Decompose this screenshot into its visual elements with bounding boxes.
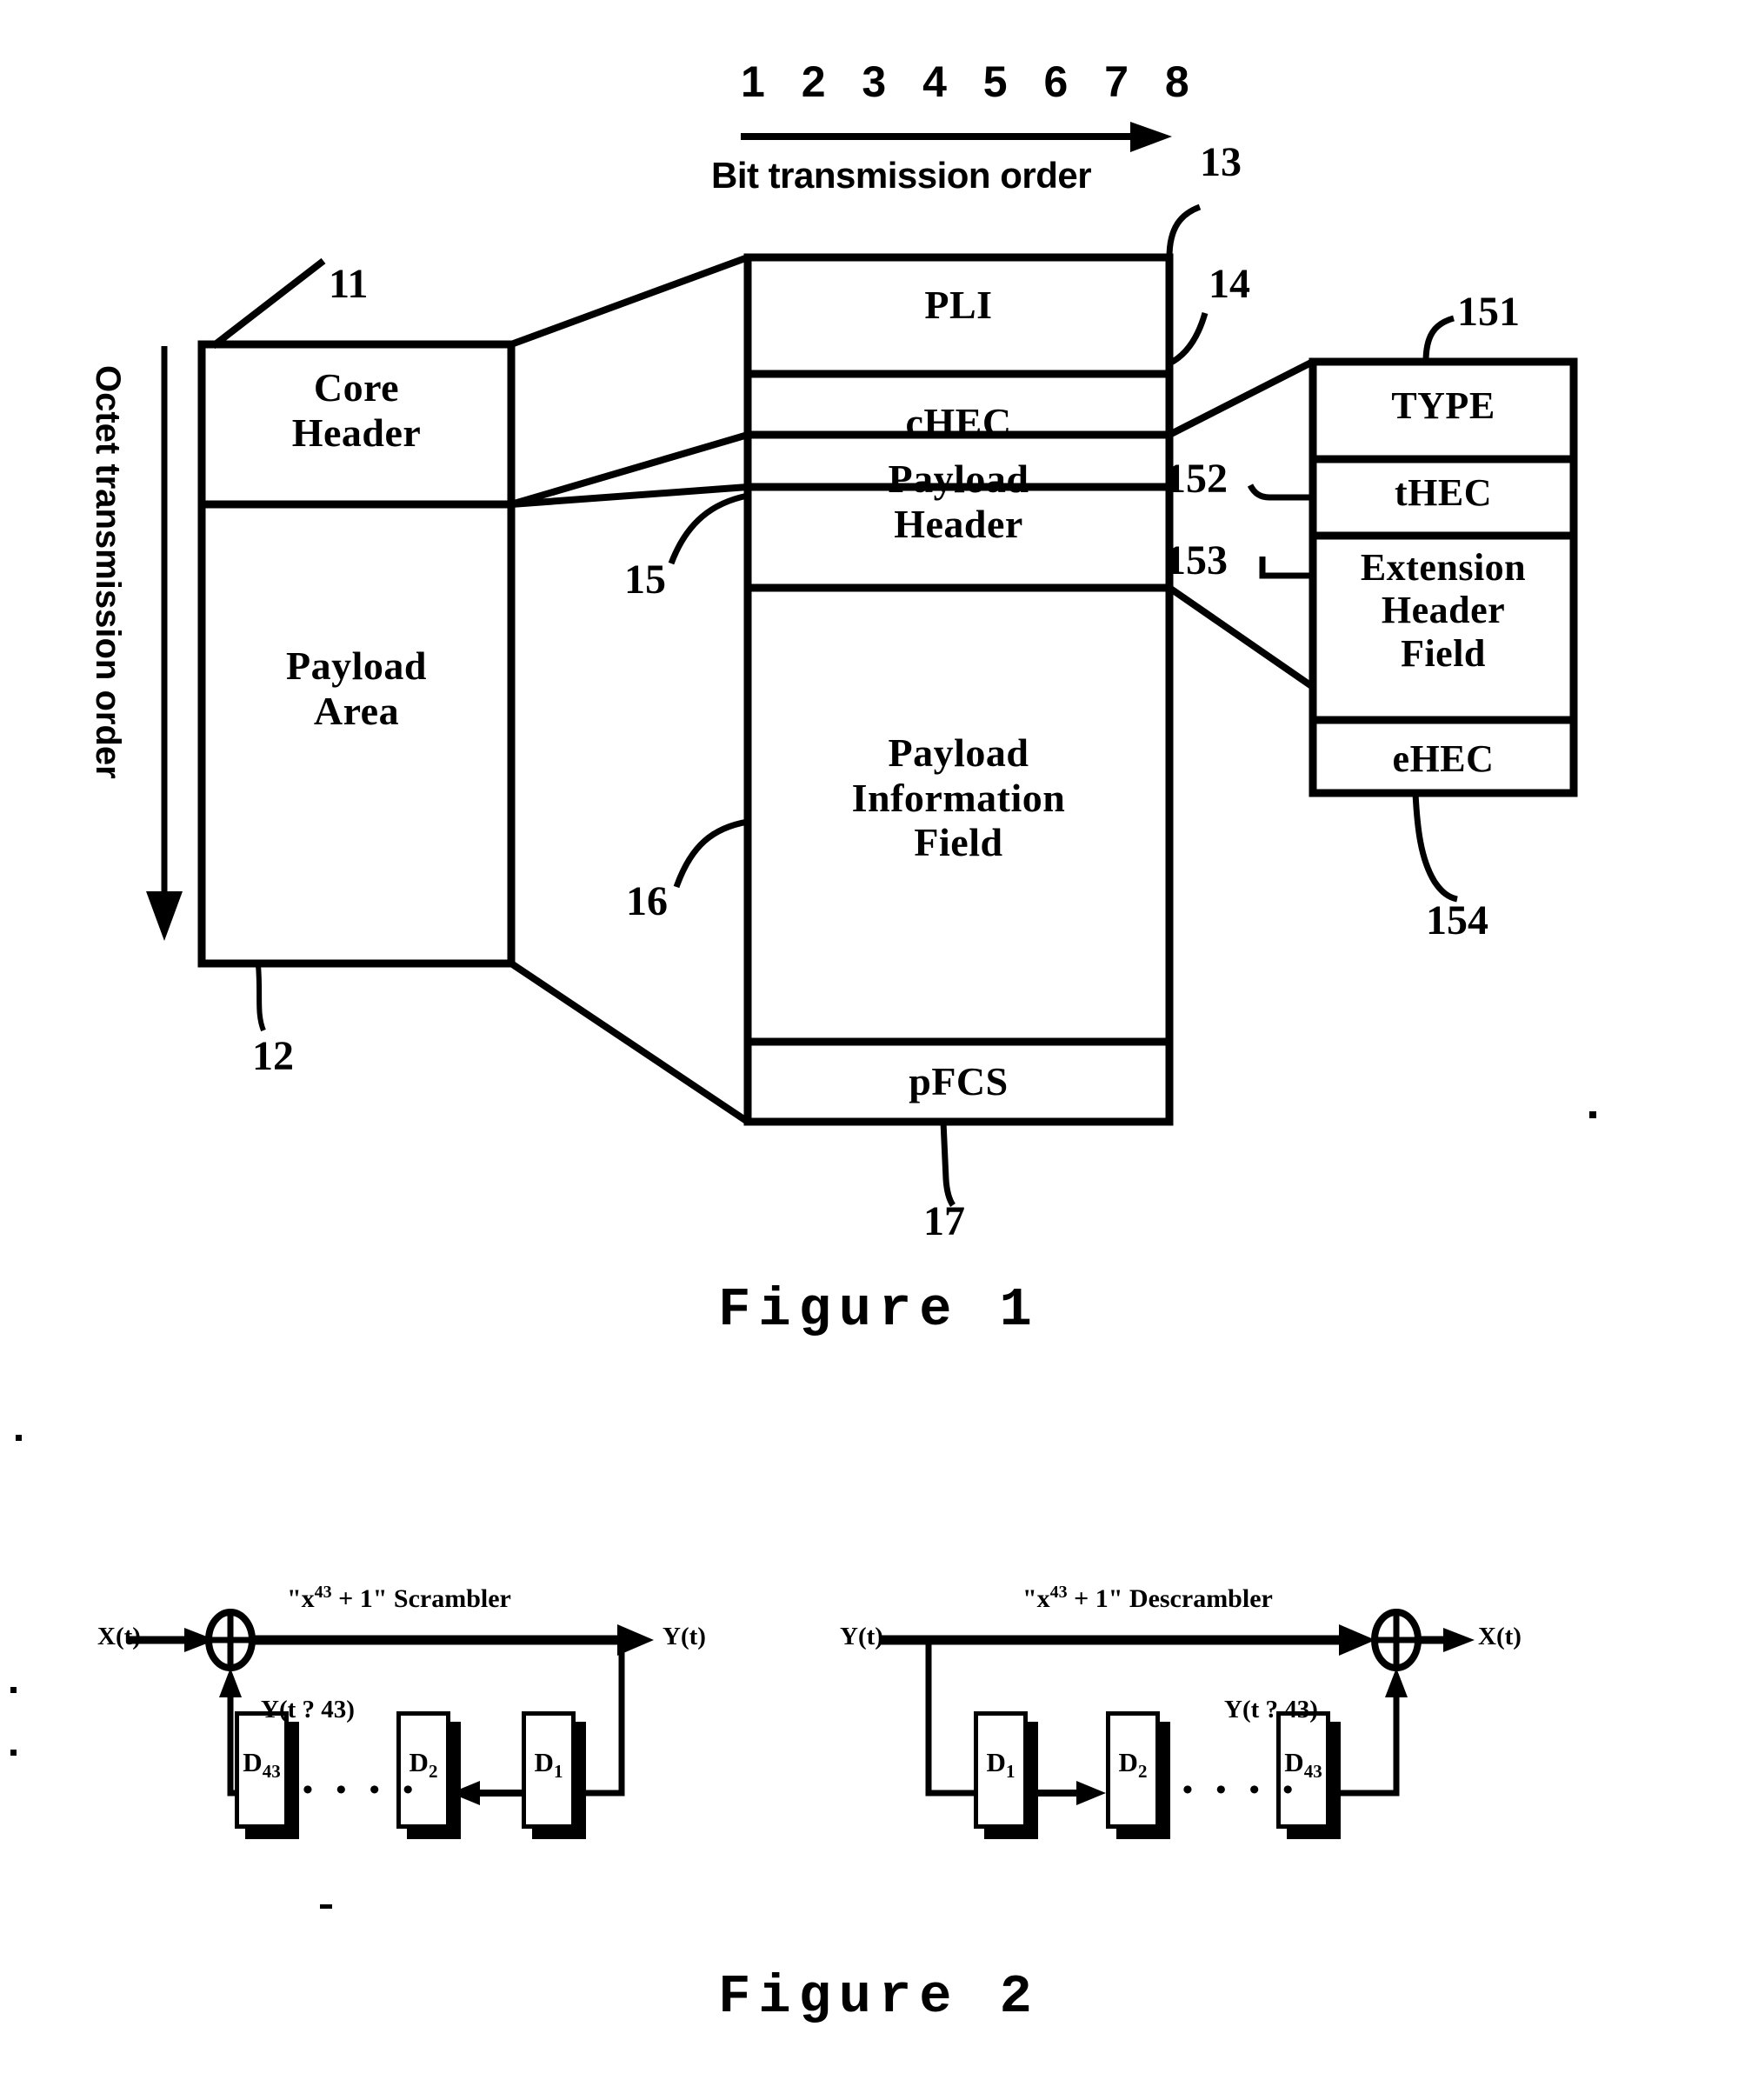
scrambler-output-arrow	[252, 1624, 654, 1656]
leader-12	[256, 964, 266, 1032]
scrambler-d1-to-d2-arrow	[450, 1781, 522, 1805]
descrambler-d1-to-d2-arrow	[1028, 1781, 1106, 1805]
scan-speck	[10, 1687, 17, 1693]
descrambler-input-label: Y(t)	[840, 1623, 883, 1650]
descrambler-title-prefix: "x	[1022, 1584, 1050, 1613]
leader-13	[1166, 203, 1202, 258]
scan-speck	[320, 1904, 332, 1909]
expansion-line-ph-bottom	[1167, 584, 1315, 690]
descrambler-register-d1-label: D1	[986, 1747, 1016, 1783]
leader-154	[1412, 792, 1458, 903]
leader-15	[668, 492, 749, 565]
descrambler-feedback-line	[1330, 1668, 1408, 1797]
block-payload-header: Payload Header	[888, 457, 1029, 546]
ref-14: 14	[1209, 261, 1250, 307]
block-ehec: eHEC	[1392, 737, 1495, 780]
block-thec: tHEC	[1395, 471, 1492, 514]
scan-speck	[16, 1435, 22, 1441]
scrambler-title: "x43 + 1" Scrambler	[287, 1583, 511, 1614]
octet-transmission-order-label: Octet transmission order	[89, 365, 127, 779]
scrambler-register-d43-label: D43	[243, 1747, 281, 1783]
scrambler-ellipsis: • • • •	[303, 1774, 422, 1806]
descrambler-title: "x43 + 1" Descrambler	[1022, 1583, 1273, 1614]
descrambler-output-label: X(t)	[1478, 1623, 1522, 1650]
descrambler-ellipsis: • • • •	[1182, 1774, 1302, 1806]
scrambler-feedback-label: Y(t ? 43)	[261, 1696, 355, 1723]
expansion-line-payload-top	[509, 431, 749, 508]
block-payload-area: Payload Area	[286, 643, 427, 733]
scrambler-input-label: X(t)	[97, 1623, 141, 1650]
scan-speck	[1589, 1111, 1596, 1118]
bit-transmission-order-label: Bit transmission order	[711, 155, 1092, 196]
descrambler-xor-gate	[1371, 1609, 1422, 1671]
descrambler-register-d2-label: D2	[1118, 1747, 1148, 1783]
expansion-line-core-top	[509, 254, 749, 348]
ref-152: 152	[1165, 456, 1228, 502]
block-pfcs: pFCS	[909, 1059, 1009, 1103]
descrambler-input-arrow	[880, 1624, 1375, 1656]
expansion-line-payload-bottom	[509, 960, 750, 1125]
bit-transmission-arrow	[741, 122, 1172, 152]
leader-151	[1422, 315, 1455, 363]
descrambler-feedback-label: Y(t ? 43)	[1224, 1696, 1318, 1723]
block-chec: cHEC	[905, 400, 1012, 444]
ref-17: 17	[923, 1198, 965, 1244]
block-type: TYPE	[1391, 384, 1495, 427]
ref-11: 11	[329, 261, 369, 307]
figure2-caption: Figure 2	[718, 1966, 1040, 2028]
ref-154: 154	[1426, 897, 1488, 943]
descrambler-title-suffix: + 1" Descrambler	[1067, 1584, 1273, 1613]
scrambler-title-suffix: + 1" Scrambler	[331, 1584, 511, 1613]
descrambler-output-arrow	[1418, 1628, 1475, 1652]
figure1-caption: Figure 1	[718, 1279, 1040, 1341]
ref-13: 13	[1200, 139, 1242, 185]
ref-153: 153	[1165, 537, 1228, 583]
expansion-line-ph-top	[1168, 358, 1315, 438]
leader-17	[940, 1121, 956, 1207]
scan-speck	[10, 1750, 17, 1756]
patent-figure-page: 1 2 3 4 5 6 7 8 Bit transmission order O…	[0, 0, 1758, 2100]
octet-transmission-arrow	[146, 346, 183, 941]
block-core-header: Core Header	[291, 365, 422, 455]
ref-151: 151	[1457, 289, 1520, 335]
scrambler-output-label: Y(t)	[663, 1623, 706, 1650]
leader-152	[1247, 483, 1313, 501]
descrambler-title-exponent: 43	[1049, 1583, 1068, 1602]
ref-16: 16	[626, 878, 668, 924]
leader-11	[210, 257, 326, 350]
block-payload-information-field: Payload Information Field	[851, 730, 1066, 865]
expansion-line-core-bottom	[510, 483, 749, 508]
bit-scale-numbers: 1 2 3 4 5 6 7 8	[741, 57, 1202, 106]
ref-15: 15	[624, 557, 666, 603]
leader-14	[1168, 312, 1209, 367]
block-pli: PLI	[924, 283, 993, 327]
scrambler-title-exponent: 43	[314, 1583, 332, 1602]
scrambler-register-d1-label: D1	[534, 1747, 563, 1783]
leader-16	[673, 818, 749, 889]
leader-153	[1259, 557, 1313, 579]
descrambler-input-tap	[925, 1643, 974, 1797]
scrambler-xor-gate	[205, 1609, 256, 1671]
scrambler-title-prefix: "x	[287, 1584, 315, 1613]
ref-12: 12	[252, 1033, 294, 1079]
block-extension-header-field: Extension Header Field	[1360, 546, 1527, 675]
